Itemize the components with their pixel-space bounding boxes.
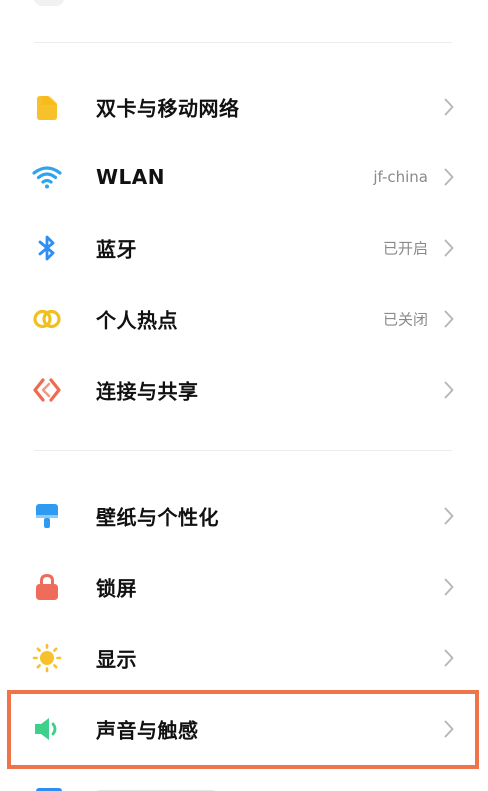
speaker-icon bbox=[32, 714, 62, 744]
chevron-right-icon bbox=[442, 506, 456, 526]
settings-item-label: 锁屏 bbox=[96, 576, 137, 601]
settings-item-value: jf-china bbox=[373, 168, 428, 186]
lock-icon bbox=[32, 572, 62, 602]
wifi-icon bbox=[32, 162, 62, 192]
previous-item-icon bbox=[34, 0, 64, 6]
section-divider bbox=[34, 450, 452, 451]
wallpaper-icon bbox=[32, 501, 62, 531]
chevron-right-icon bbox=[442, 380, 456, 400]
settings-item-display[interactable]: 显示 bbox=[0, 623, 488, 693]
settings-item-sim-network[interactable]: 双卡与移动网络 bbox=[0, 72, 488, 142]
previous-item-partial bbox=[0, 0, 488, 22]
settings-item-label: 壁纸与个性化 bbox=[96, 505, 219, 530]
chevron-right-icon bbox=[442, 167, 456, 187]
settings-item-hotspot[interactable]: 个人热点 已关闭 bbox=[0, 284, 488, 354]
settings-item-label: 声音与触感 bbox=[96, 718, 199, 743]
settings-item-sound-haptics[interactable]: 声音与触感 bbox=[0, 694, 488, 764]
chevron-right-icon bbox=[442, 97, 456, 117]
settings-item-label: WLAN bbox=[96, 165, 166, 189]
section-divider bbox=[34, 42, 452, 43]
sim-card-icon bbox=[32, 92, 62, 122]
settings-item-bluetooth[interactable]: 蓝牙 已开启 bbox=[0, 213, 488, 283]
hotspot-icon bbox=[32, 304, 62, 334]
chevron-right-icon bbox=[442, 648, 456, 668]
brightness-icon bbox=[32, 643, 62, 673]
settings-item-wlan[interactable]: WLAN jf-china bbox=[0, 142, 488, 212]
settings-item-label: 蓝牙 bbox=[96, 237, 137, 262]
next-item-partial bbox=[0, 780, 488, 791]
connection-share-icon bbox=[32, 375, 62, 405]
settings-item-label: 个人热点 bbox=[96, 308, 178, 333]
chevron-right-icon bbox=[442, 309, 456, 329]
settings-item-label: 显示 bbox=[96, 647, 137, 672]
chevron-right-icon bbox=[442, 719, 456, 739]
settings-item-value: 已关闭 bbox=[382, 310, 428, 329]
chevron-right-icon bbox=[442, 577, 456, 597]
settings-item-wallpaper[interactable]: 壁纸与个性化 bbox=[0, 481, 488, 551]
settings-item-lock-screen[interactable]: 锁屏 bbox=[0, 552, 488, 622]
settings-item-connection-share[interactable]: 连接与共享 bbox=[0, 355, 488, 425]
settings-item-value: 已开启 bbox=[382, 239, 428, 258]
settings-page: 双卡与移动网络 WLAN jf-china 蓝牙 已开启 个人热点 已关闭 连接… bbox=[0, 0, 488, 791]
chevron-right-icon bbox=[442, 238, 456, 258]
settings-item-label: 双卡与移动网络 bbox=[96, 96, 240, 121]
bluetooth-icon bbox=[32, 233, 62, 263]
settings-item-label: 连接与共享 bbox=[96, 379, 199, 404]
